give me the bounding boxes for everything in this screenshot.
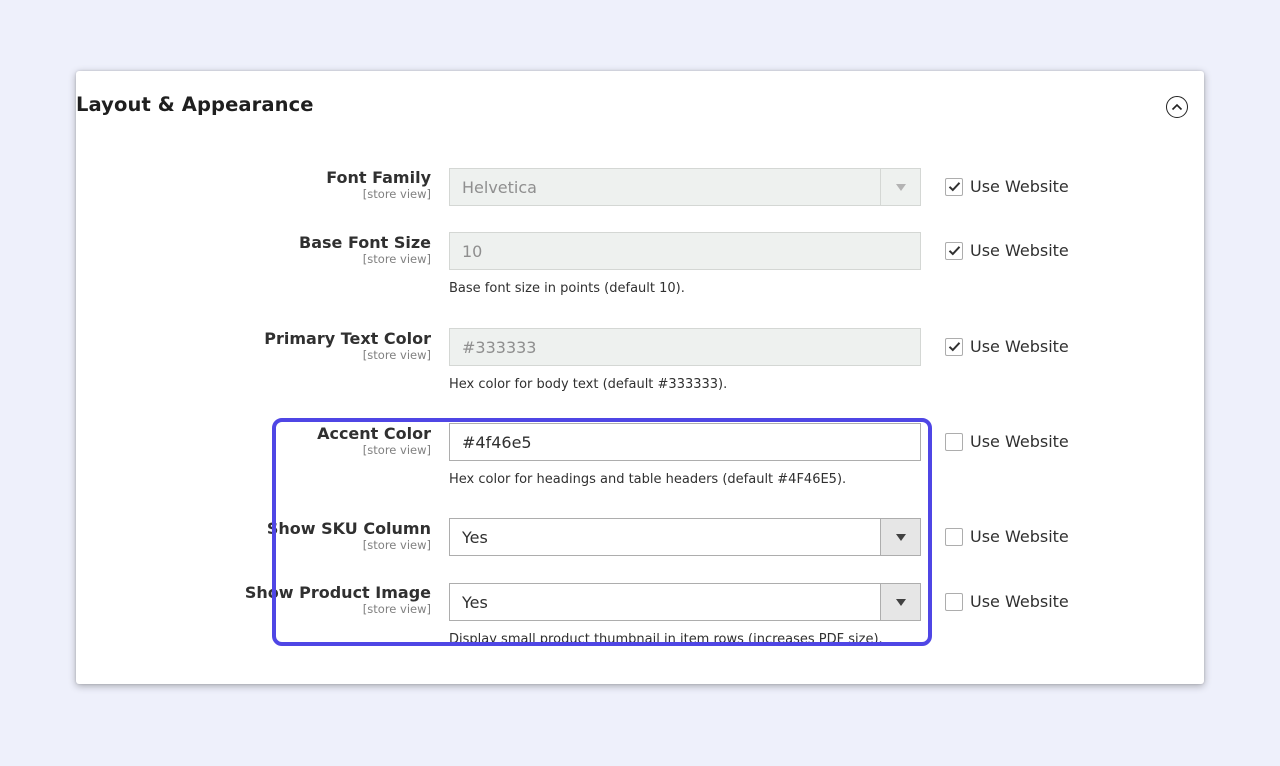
- show-product-image-label: Show Product Image: [244, 583, 431, 602]
- font-family-label: Font Family: [326, 168, 431, 187]
- accent-color-use-website[interactable]: Use Website: [945, 432, 1069, 451]
- font-family-use-website[interactable]: Use Website: [945, 177, 1069, 196]
- show-sku-column-use-website-label: Use Website: [970, 527, 1069, 546]
- base-font-size-label: Base Font Size: [299, 233, 431, 252]
- primary-text-color-label: Primary Text Color: [264, 329, 431, 348]
- show-sku-column-value: Yes: [462, 527, 488, 547]
- show-product-image-note: Display small product thumbnail in item …: [449, 632, 883, 647]
- dropdown-arrow-icon: [880, 169, 920, 205]
- primary-text-color-use-website[interactable]: Use Website: [945, 337, 1069, 356]
- base-font-size-value: 10: [462, 241, 483, 261]
- font-family-use-website-label: Use Website: [970, 177, 1069, 196]
- font-family-use-website-checkbox[interactable]: [945, 177, 963, 196]
- accent-color-value: #4f46e5: [462, 432, 532, 452]
- font-family-scope: [store view]: [362, 187, 431, 201]
- show-sku-column-label: Show SKU Column: [266, 519, 431, 538]
- checkmark-icon: [948, 182, 960, 192]
- primary-text-color-value: #333333: [462, 337, 537, 357]
- base-font-size-note: Base font size in points (default 10).: [449, 281, 685, 296]
- checkmark-icon: [948, 246, 960, 256]
- collapse-section-button[interactable]: [1166, 96, 1188, 118]
- base-font-size-scope: [store view]: [362, 252, 431, 266]
- accent-color-use-website-checkbox[interactable]: [945, 432, 963, 451]
- primary-text-color-scope: [store view]: [362, 348, 431, 362]
- primary-text-color-note: Hex color for body text (default #333333…: [449, 377, 728, 392]
- font-family-value: Helvetica: [462, 177, 537, 197]
- accent-color-use-website-label: Use Website: [970, 432, 1069, 451]
- base-font-size-use-website[interactable]: Use Website: [945, 241, 1069, 260]
- section-title: Layout & Appearance: [76, 93, 314, 116]
- primary-text-color-input[interactable]: #333333: [449, 328, 921, 366]
- primary-text-color-use-website-label: Use Website: [970, 337, 1069, 356]
- show-product-image-use-website-label: Use Website: [970, 592, 1069, 611]
- dropdown-arrow-icon: [880, 519, 920, 555]
- accent-color-note: Hex color for headings and table headers…: [449, 472, 847, 487]
- show-product-image-use-website-checkbox[interactable]: [945, 592, 963, 611]
- show-product-image-select[interactable]: Yes: [449, 583, 921, 621]
- base-font-size-use-website-checkbox[interactable]: [945, 241, 963, 260]
- primary-text-color-use-website-checkbox[interactable]: [945, 337, 963, 356]
- show-sku-column-select[interactable]: Yes: [449, 518, 921, 556]
- settings-panel: Layout & Appearance Font Family [store v…: [76, 71, 1204, 684]
- font-family-select[interactable]: Helvetica: [449, 168, 921, 206]
- accent-color-label: Accent Color: [317, 424, 431, 443]
- show-product-image-scope: [store view]: [362, 602, 431, 616]
- base-font-size-input[interactable]: 10: [449, 232, 921, 270]
- show-product-image-value: Yes: [462, 592, 488, 612]
- accent-color-scope: [store view]: [362, 443, 431, 457]
- show-sku-column-scope: [store view]: [362, 538, 431, 552]
- show-sku-column-use-website[interactable]: Use Website: [945, 527, 1069, 546]
- checkmark-icon: [948, 342, 960, 352]
- show-sku-column-use-website-checkbox[interactable]: [945, 527, 963, 546]
- show-product-image-use-website[interactable]: Use Website: [945, 592, 1069, 611]
- base-font-size-use-website-label: Use Website: [970, 241, 1069, 260]
- dropdown-arrow-icon: [880, 584, 920, 620]
- chevron-up-icon: [1171, 103, 1183, 111]
- accent-color-input[interactable]: #4f46e5: [449, 423, 921, 461]
